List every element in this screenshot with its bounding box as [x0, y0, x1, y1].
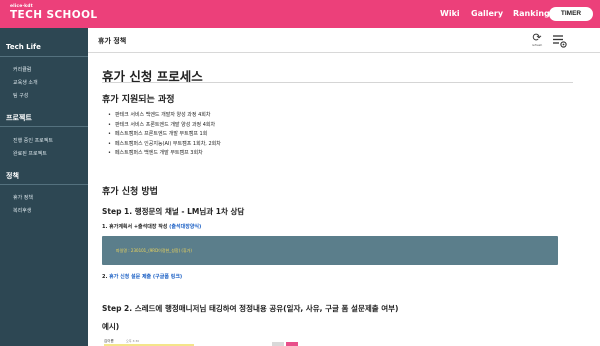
example-thumbnail: [272, 342, 284, 346]
step1-item-1-text: 1. 휴가계획서 +출석대장 작성: [102, 224, 170, 230]
step2-heading: Step 2. 스레드에 행정매니저님 태깅하여 정정내용 공유(일자, 사유,…: [102, 304, 399, 313]
refresh-label: refresh: [531, 43, 543, 47]
list-item: 판테크 서비스 백엔드 개발자 양성 과정 4회차: [108, 111, 221, 121]
nav-gallery[interactable]: Gallery: [471, 0, 503, 28]
sidebar-item-benefits[interactable]: 복리후생: [13, 207, 31, 214]
page-header: 휴가 정책 ⟳ refresh: [88, 28, 600, 53]
application-method-heading: 휴가 신청 방법: [102, 187, 158, 197]
course-list: 판테크 서비스 백엔드 개발자 양성 과정 4회차 판테크 서비스 프론트엔드 …: [108, 111, 221, 159]
supported-courses-heading: 휴가 지원되는 과정: [102, 95, 175, 105]
sidebar-item-team[interactable]: 팀 구성: [13, 92, 28, 99]
sidebar-section-tech-life[interactable]: Tech Life: [6, 43, 41, 51]
list-item: 판테크 서비스 프론트엔드 개발 양성 과정 4회차: [108, 121, 221, 131]
logo[interactable]: elice·kdt TECH SCHOOL: [10, 4, 97, 22]
heading-divider: [102, 82, 573, 83]
list-item: 페스트캠퍼스 백엔드 개발 부트캠프 3회차: [108, 149, 221, 159]
sidebar-item-completed-projects[interactable]: 완료된 프로젝트: [13, 150, 47, 157]
refresh-icon: ⟳: [532, 31, 542, 44]
sidebar-divider: [0, 56, 88, 57]
sidebar-item-ongoing-projects[interactable]: 진행 중인 프로젝트: [13, 137, 53, 144]
sidebar: Tech Life 커리큘럼 교육생 소개 팀 구성 프로젝트 진행 중인 프로…: [0, 28, 88, 346]
main-content: 휴가 신청 프로세스 휴가 지원되는 과정 판테크 서비스 백엔드 개발자 양성…: [88, 54, 600, 346]
list-item: 페스트캠퍼스 인공지능(AI) 부트캠프 1회차, 2회차: [108, 140, 221, 150]
list-item: 페스트캠퍼스 프론트엔드 개발 부트캠프 1회: [108, 130, 221, 140]
attendance-template-link[interactable]: (출석대장양식): [169, 224, 201, 230]
sidebar-item-students[interactable]: 교육생 소개: [13, 79, 38, 86]
timer-button[interactable]: TIMER: [549, 7, 593, 21]
step1-heading: Step 1. 행정문의 채널 - LM님과 1차 상담: [102, 207, 245, 216]
sidebar-divider: [0, 126, 88, 127]
example-label: 예시): [102, 322, 120, 331]
nav-wiki[interactable]: Wiki: [440, 0, 460, 28]
logo-title: TECH SCHOOL: [10, 9, 98, 21]
callout-text: 파일명 : 230101_(9RD이정현_성함) (휴가): [116, 248, 192, 253]
example-screenshot: 김이름 오후 3:30: [102, 338, 558, 346]
nav-ranking[interactable]: Ranking: [513, 0, 550, 28]
sidebar-section-projects[interactable]: 프로젝트: [6, 113, 32, 123]
sidebar-item-curriculum[interactable]: 커리큘럼: [13, 66, 31, 73]
example-thumbnail-accent: [286, 342, 298, 346]
top-navbar: elice·kdt TECH SCHOOL Wiki Gallery Ranki…: [0, 0, 600, 28]
example-time: 오후 3:30: [126, 339, 140, 343]
step1-item-1: 1. 휴가계획서 +출석대장 작성 (출석대장양식): [102, 223, 201, 230]
sidebar-item-vacation-policy[interactable]: 휴가 정책: [13, 194, 33, 201]
table-of-contents-button[interactable]: [552, 33, 568, 49]
filename-callout: 파일명 : 230101_(9RD이정현_성함) (휴가): [102, 236, 558, 265]
step1-item-2: 2. 휴가 신청 설문 제출 (구글폼 링크): [102, 273, 182, 280]
sidebar-divider: [0, 184, 88, 185]
sidebar-section-policy[interactable]: 정책: [6, 171, 19, 181]
list-settings-icon: [553, 35, 567, 48]
google-form-link[interactable]: 휴가 신청 설문 제출 (구글폼 링크): [109, 274, 182, 280]
page-title: 휴가 정책: [98, 37, 127, 45]
refresh-button[interactable]: ⟳ refresh: [528, 32, 546, 50]
